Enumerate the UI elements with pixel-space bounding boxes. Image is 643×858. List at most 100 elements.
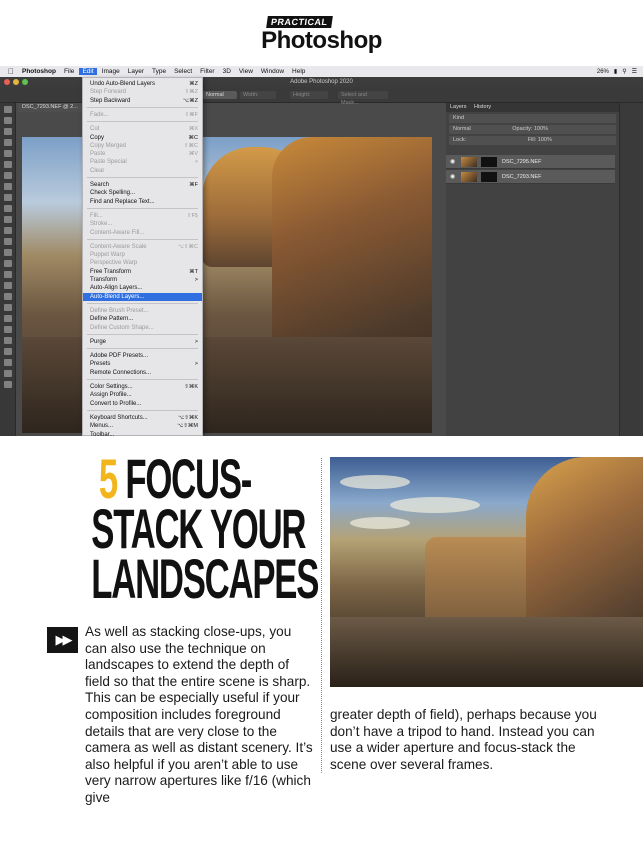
menu-extras-icon[interactable]: ☰ xyxy=(632,68,637,75)
layer-opacity[interactable]: Opacity: 100% xyxy=(512,126,548,132)
edit-menu-item[interactable]: Convert to Profile... xyxy=(83,400,202,408)
height-field[interactable]: Height: xyxy=(290,91,328,99)
menu-type[interactable]: Type xyxy=(152,68,166,75)
menu-layer[interactable]: Layer xyxy=(128,68,144,75)
tool-icon[interactable] xyxy=(3,161,12,168)
layer-filter-kind[interactable]: Kind xyxy=(449,114,616,123)
edit-menu-item[interactable]: Toolbar... xyxy=(83,431,202,437)
tab-history[interactable]: History xyxy=(474,104,491,110)
layer-blend-row: Normal Opacity: 100% xyxy=(449,125,616,134)
menu-item-shortcut: ⇧⌘F xyxy=(184,111,198,118)
edit-menu-item[interactable]: Define Pattern... xyxy=(83,315,202,323)
edit-menu-item[interactable]: Check Spelling... xyxy=(83,189,202,197)
layer-row[interactable]: ◉ DSC_7295.NEF xyxy=(446,155,615,169)
tool-icon[interactable] xyxy=(3,381,12,388)
edit-menu-item: Puppet Warp xyxy=(83,251,202,259)
menu-select[interactable]: Select xyxy=(174,68,192,75)
menu-file[interactable]: File xyxy=(64,68,74,75)
menu-separator xyxy=(87,106,198,108)
menu-help[interactable]: Help xyxy=(292,68,305,75)
visibility-eye-icon[interactable]: ◉ xyxy=(450,155,455,169)
menu-window[interactable]: Window xyxy=(261,68,284,75)
edit-menu-item[interactable]: Free Transform ⌘T xyxy=(83,268,202,276)
edit-menu-item[interactable]: Presets > xyxy=(83,360,202,368)
menu-item-label: Auto-Blend Layers... xyxy=(90,293,145,300)
layer-blend-mode[interactable]: Normal xyxy=(453,126,471,132)
select-and-mask-button[interactable]: Select and Mask... xyxy=(338,91,388,106)
edit-menu-item[interactable]: Undo Auto-Blend Layers ⌘Z xyxy=(83,80,202,88)
zoom-window-icon[interactable] xyxy=(22,79,28,85)
search-icon[interactable]: ⚲ xyxy=(622,68,626,75)
layer-lock[interactable]: Lock: xyxy=(453,137,466,143)
tool-icon[interactable] xyxy=(3,216,12,223)
edit-menu-item[interactable]: Auto-Align Layers... xyxy=(83,284,202,292)
edit-menu-item[interactable]: Menus... ⌥⇧⌘M xyxy=(83,422,202,430)
tool-icon[interactable] xyxy=(3,117,12,124)
menu-item-shortcut: > xyxy=(194,277,198,283)
edit-menu-dropdown: Undo Auto-Blend Layers ⌘Z Step Forward ⇧⌘Z S… xyxy=(82,77,203,436)
menu-3d[interactable]: 3D xyxy=(223,68,231,75)
edit-menu-item[interactable]: Remote Connections... xyxy=(83,369,202,377)
edit-menu-item[interactable]: Auto-Blend Layers... xyxy=(83,292,202,301)
edit-menu-item[interactable]: Adobe PDF Presets... xyxy=(83,352,202,360)
tool-icon[interactable] xyxy=(3,194,12,201)
tool-icon[interactable] xyxy=(3,271,12,278)
menu-item-label: Fade... xyxy=(90,111,109,118)
tab-layers[interactable]: Layers xyxy=(450,104,467,110)
layer-fill[interactable]: Fill: 100% xyxy=(528,137,552,143)
tool-icon[interactable] xyxy=(3,183,12,190)
tool-icon[interactable] xyxy=(3,106,12,113)
minimize-window-icon[interactable] xyxy=(13,79,19,85)
tool-icon[interactable] xyxy=(3,337,12,344)
tool-icon[interactable] xyxy=(3,238,12,245)
menu-image[interactable]: Image xyxy=(102,68,120,75)
tool-icon[interactable] xyxy=(3,348,12,355)
menu-edit[interactable]: Edit xyxy=(79,68,97,75)
tool-icon[interactable] xyxy=(3,282,12,289)
tool-icon[interactable] xyxy=(3,370,12,377)
edit-menu-item[interactable]: Purge > xyxy=(83,338,202,346)
edit-menu-item[interactable]: Step Backward ⌥⌘Z xyxy=(83,97,202,105)
menu-separator xyxy=(87,333,198,335)
tool-icon[interactable] xyxy=(3,227,12,234)
layer-row[interactable]: ◉ DSC_7293.NEF xyxy=(446,170,615,184)
edit-menu-item[interactable]: Color Settings... ⇧⌘K xyxy=(83,383,202,391)
menu-view[interactable]: View xyxy=(239,68,253,75)
tool-icon[interactable] xyxy=(3,260,12,267)
edit-menu-item[interactable]: Search ⌘F xyxy=(83,181,202,189)
tool-icon[interactable] xyxy=(3,128,12,135)
close-window-icon[interactable] xyxy=(4,79,10,85)
edit-menu-item[interactable]: Copy ⌘C xyxy=(83,134,202,142)
edit-menu-item[interactable]: Find and Replace Text... xyxy=(83,198,202,206)
tool-icon[interactable] xyxy=(3,315,12,322)
tool-icon[interactable] xyxy=(3,326,12,333)
tool-icon[interactable] xyxy=(3,150,12,157)
tool-icon[interactable] xyxy=(3,139,12,146)
tool-icon[interactable] xyxy=(3,293,12,300)
tool-icon[interactable] xyxy=(3,249,12,256)
window-controls[interactable] xyxy=(4,79,28,85)
edit-menu-item: Fade... ⇧⌘F xyxy=(83,111,202,119)
menu-item-label: Fill... xyxy=(90,212,103,219)
headline-line-3: LANDSCAPES xyxy=(91,547,319,610)
edit-menu-item: Cut ⌘X xyxy=(83,125,202,133)
tool-icon[interactable] xyxy=(3,304,12,311)
visibility-eye-icon[interactable]: ◉ xyxy=(450,170,455,184)
right-panel-strip xyxy=(619,103,643,436)
menu-separator xyxy=(87,177,198,178)
menu-item-label: Perspective Warp xyxy=(90,260,138,267)
tool-icon[interactable] xyxy=(3,205,12,212)
layer-name: DSC_7295.NEF xyxy=(502,159,542,165)
edit-menu-item[interactable]: Assign Profile... xyxy=(83,391,202,399)
document-tab[interactable]: DSC_7293.NEF @ 2... xyxy=(18,103,88,112)
edit-menu-item[interactable]: Keyboard Shortcuts... ⌥⇧⌘K xyxy=(83,414,202,422)
edit-menu-item[interactable]: Transform > xyxy=(83,276,202,284)
tool-icon[interactable] xyxy=(3,172,12,179)
menu-item-label: Assign Profile... xyxy=(90,392,132,399)
menu-photoshop[interactable]: Photoshop xyxy=(22,68,56,75)
menu-filter[interactable]: Filter xyxy=(200,68,214,75)
apple-icon[interactable]:  xyxy=(8,67,14,76)
blend-mode-select[interactable]: Normal xyxy=(203,91,237,99)
tool-icon[interactable] xyxy=(3,359,12,366)
width-field[interactable]: Width: xyxy=(240,91,276,99)
